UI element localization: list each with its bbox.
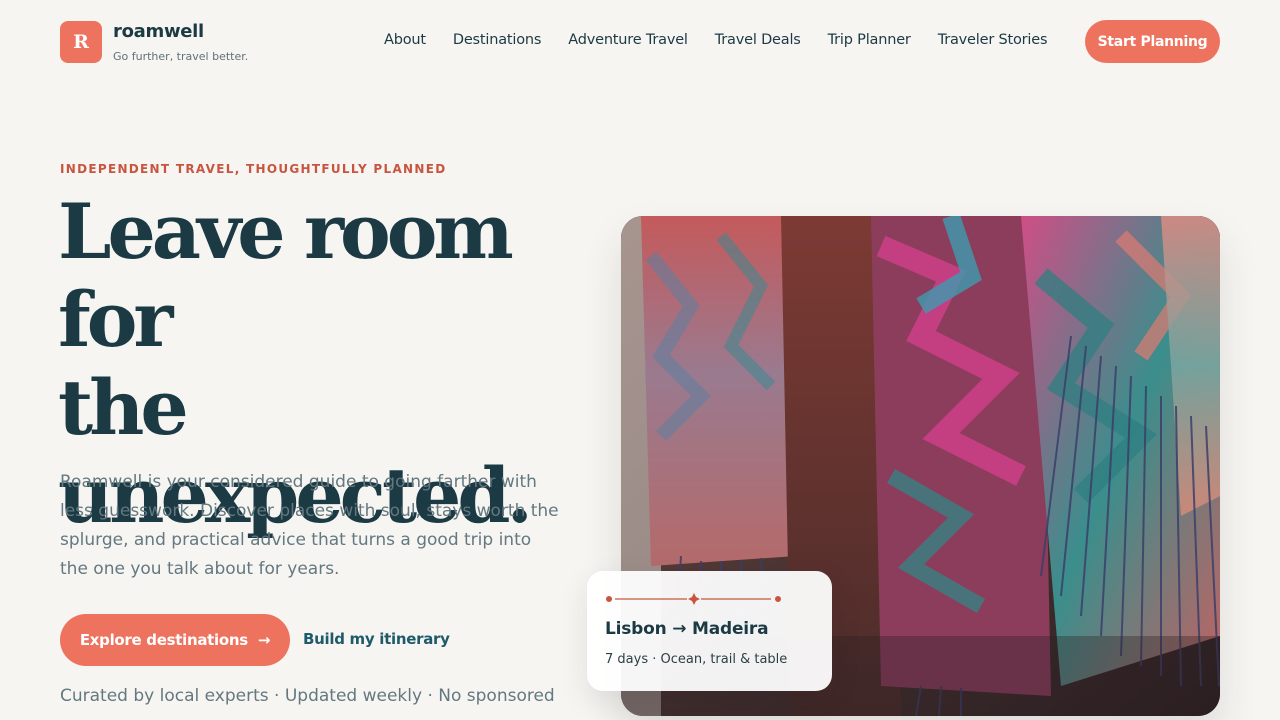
start-planning-button[interactable]: Start Planning bbox=[1085, 20, 1220, 63]
brand-name[interactable]: roamwell bbox=[113, 21, 204, 42]
nav-item-about[interactable]: About bbox=[384, 32, 426, 48]
build-itinerary-link[interactable]: Build my itinerary bbox=[303, 630, 450, 648]
logo-mark[interactable]: R bbox=[60, 21, 102, 63]
headline-line-2: the bbox=[58, 363, 189, 452]
hero-eyebrow: INDEPENDENT TRAVEL, THOUGHTFULLY PLANNED bbox=[60, 162, 447, 176]
brand-tagline: Go further, travel better. bbox=[113, 50, 249, 63]
nav-item-traveler-stories[interactable]: Traveler Stories bbox=[938, 32, 1048, 48]
trip-card-subtitle: 7 days · Ocean, trail & table bbox=[605, 652, 788, 667]
nav-item-travel-deals[interactable]: Travel Deals bbox=[715, 32, 801, 48]
trip-card[interactable]: Lisbon → Madeira 7 days · Ocean, trail &… bbox=[587, 571, 832, 691]
trust-line: Curated by local experts · Updated weekl… bbox=[60, 686, 555, 706]
nav-item-adventure-travel[interactable]: Adventure Travel bbox=[568, 32, 688, 48]
route-line-icon bbox=[606, 593, 781, 605]
trip-card-title: Lisbon → Madeira bbox=[605, 619, 769, 639]
headline-line-1: Leave room for bbox=[58, 187, 514, 364]
explore-destinations-label: Explore destinations bbox=[79, 631, 248, 649]
nav-item-destinations[interactable]: Destinations bbox=[453, 32, 542, 48]
site-header: R roamwell Go further, travel better. Ab… bbox=[0, 0, 1280, 84]
explore-destinations-button[interactable]: Explore destinations → bbox=[60, 614, 290, 666]
arrow-right-icon: → bbox=[257, 631, 271, 649]
nav-item-trip-planner[interactable]: Trip Planner bbox=[828, 32, 911, 48]
hero-lead: Roamwell is your considered guide to goi… bbox=[60, 472, 559, 579]
main-nav: About Destinations Adventure Travel Trav… bbox=[384, 32, 1074, 48]
